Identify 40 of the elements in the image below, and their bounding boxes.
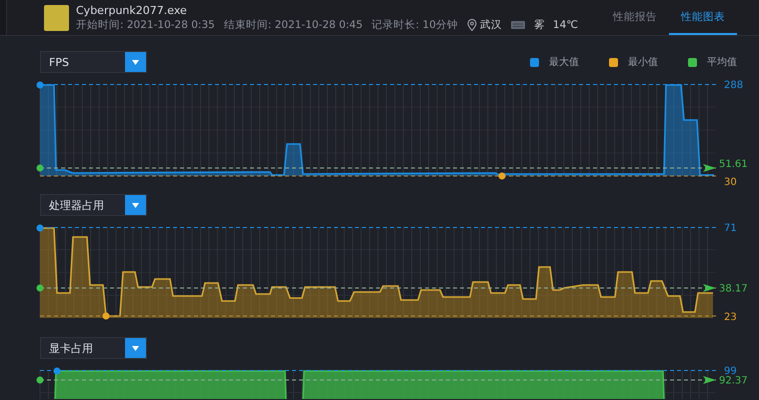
max-marker (54, 368, 60, 374)
max-value: 99 (724, 366, 737, 377)
avg-marker (36, 164, 44, 172)
app-name: Cyberpunk2077.exe (76, 4, 188, 16)
caret-icon (132, 346, 139, 350)
end-time: 结束时间: 2021-10-28 0:45 (224, 18, 363, 32)
metric-dropdown[interactable]: 处理器占用 (40, 194, 147, 216)
min-marker (498, 172, 506, 180)
fog-icon (510, 20, 525, 28)
metric-dropdown[interactable]: 显卡占用 (40, 337, 147, 359)
min-value: 30 (724, 177, 737, 188)
avg-value: 51.61 (719, 159, 748, 170)
max-value: 288 (724, 80, 744, 91)
duration: 记录时长: 10分钟 (372, 18, 458, 32)
location-pin-icon (466, 18, 477, 30)
arrow-icon (703, 376, 716, 384)
caret-icon (132, 202, 139, 208)
min-value: 23 (724, 312, 737, 323)
arrow-icon (703, 164, 716, 172)
avg-value: 92.37 (719, 376, 748, 386)
min-marker (102, 312, 110, 320)
game-avatar (44, 5, 69, 31)
location: 武汉 (480, 18, 502, 32)
max-marker (36, 224, 44, 232)
arrow-icon (703, 284, 716, 292)
max-value: 71 (724, 223, 737, 234)
caret-icon (132, 60, 139, 64)
temperature: 14℃ (552, 18, 578, 30)
weather: 雾 (534, 18, 545, 32)
avg-marker (36, 284, 44, 292)
start-time: 开始时间: 2021-10-28 0:35 (76, 18, 215, 32)
tab[interactable]: 性能报告 (601, 0, 669, 35)
metric-dropdown[interactable]: FPS (40, 51, 147, 73)
max-marker (36, 82, 44, 88)
avg-value: 38.17 (719, 284, 748, 294)
legend-label: 最小值 (628, 56, 658, 69)
legend-label: 最大值 (549, 56, 579, 69)
tab[interactable]: 性能图表 (669, 0, 737, 35)
legend-label: 平均值 (707, 56, 737, 69)
avg-marker (36, 376, 44, 384)
